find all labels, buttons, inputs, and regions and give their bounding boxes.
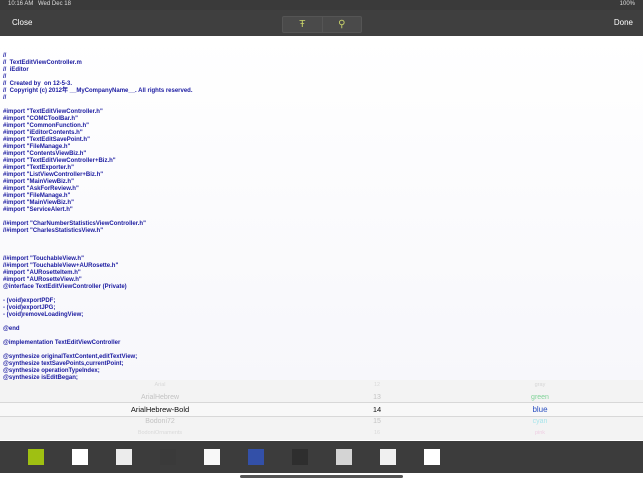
- color-swatch[interactable]: [116, 449, 132, 465]
- code-line: //#import "CharNumberStatisticsViewContr…: [3, 221, 146, 227]
- code-line: @synthesize operationTypeIndex;: [3, 368, 100, 374]
- code-line: #import "MainViewBiz.h": [3, 179, 74, 185]
- code-line: // Created by on 12-5-3.: [3, 81, 73, 87]
- status-date: Wed Dec 18: [38, 1, 71, 7]
- code-line: // iEditor: [3, 67, 29, 73]
- code-line: //#import "TouchableView.h": [3, 256, 84, 262]
- font-option[interactable]: BodoniOrnaments: [100, 428, 220, 440]
- code-line: #import "TextEditSavePoint.h": [3, 137, 90, 143]
- font-option[interactable]: Arial: [100, 380, 220, 392]
- color-swatch[interactable]: [28, 449, 44, 465]
- code-line: - (void)exportPDF;: [3, 298, 56, 304]
- color-swatch[interactable]: [336, 449, 352, 465]
- battery-indicator: 100%: [619, 1, 635, 7]
- search-icon[interactable]: ⚲: [321, 17, 362, 32]
- code-line: #import "TextEditViewController+Biz.h": [3, 158, 116, 164]
- code-line: #import "AskForReview.h": [3, 186, 79, 192]
- font-option[interactable]: ArialHebrew: [100, 392, 220, 404]
- color-swatch[interactable]: [292, 449, 308, 465]
- code-line: @end: [3, 326, 20, 332]
- code-line: #import "COMCToolBar.h": [3, 116, 78, 122]
- code-line: #import "ListViewController+Biz.h": [3, 172, 104, 178]
- done-button[interactable]: Done: [614, 18, 633, 27]
- status-bar: 10:16 AM Wed Dec 18 100%: [0, 0, 643, 10]
- color-swatch[interactable]: [160, 449, 176, 465]
- code-line: @synthesize textSavePoints,currentPoint;: [3, 361, 124, 367]
- toolbar-segment: Ŧ ⚲: [282, 16, 362, 33]
- color-swatch[interactable]: [380, 449, 396, 465]
- font-picker[interactable]: Arial ArialHebrew ArialHebrew-Bold Bodoni72…: [0, 380, 643, 440]
- text-editor[interactable]: //// TextEditViewController.m// iEditor /…: [0, 36, 643, 380]
- size-option[interactable]: 16: [352, 428, 402, 440]
- font-option[interactable]: Bodoni72: [100, 416, 220, 428]
- font-name-column[interactable]: Arial ArialHebrew ArialHebrew-Bold Bodoni72…: [100, 380, 220, 439]
- size-option[interactable]: 14: [352, 403, 402, 416]
- code-line: #import "TextEditViewController.h": [3, 109, 103, 115]
- code-line: @interface TextEditViewController (Priva…: [3, 284, 127, 290]
- code-line: #import "ServiceAlert.h": [3, 207, 73, 213]
- font-size-column[interactable]: 12 13 14 15 16: [352, 380, 402, 439]
- color-option[interactable]: blue: [500, 403, 580, 416]
- code-line: #import "AURosetteView.h": [3, 277, 82, 283]
- code-line: //#import "TouchableView+AURosette.h": [3, 263, 119, 269]
- font-color-column[interactable]: gray green blue cyan pink: [500, 380, 580, 439]
- color-swatch[interactable]: [424, 449, 440, 465]
- color-swatch[interactable]: [248, 449, 264, 465]
- size-option[interactable]: 15: [352, 416, 402, 428]
- code-line: - (void)exportJPG;: [3, 305, 56, 311]
- font-option[interactable]: ArialHebrew-Bold: [100, 403, 220, 416]
- code-line: @implementation TextEditViewController: [3, 340, 121, 346]
- font-icon[interactable]: Ŧ: [283, 17, 322, 32]
- size-option[interactable]: 12: [352, 380, 402, 392]
- code-line: // TextEditViewController.m: [3, 60, 82, 66]
- color-swatch-bar: [0, 441, 643, 473]
- code-line: //: [3, 53, 7, 59]
- code-line: //: [3, 74, 7, 80]
- code-line: - (void)removeLoadingView;: [3, 312, 84, 318]
- top-toolbar: Close Ŧ ⚲ Done: [0, 10, 643, 36]
- code-line: #import "iEditorContents.h": [3, 130, 83, 136]
- color-option[interactable]: gray: [500, 380, 580, 392]
- code-text[interactable]: //// TextEditViewController.m// iEditor /…: [3, 53, 193, 380]
- code-line: //: [3, 95, 7, 101]
- code-line: #import "FileManage.h": [3, 193, 71, 199]
- close-button[interactable]: Close: [12, 18, 32, 27]
- code-line: #import "AURosetteItem.h": [3, 270, 81, 276]
- code-line: #import "ContentsViewBiz.h": [3, 151, 87, 157]
- code-line: #import "TextExporter.h": [3, 165, 74, 171]
- code-line: #import "CommonFunction.h": [3, 123, 90, 129]
- code-line: #import "MainViewBiz.h": [3, 200, 74, 206]
- size-option[interactable]: 13: [352, 392, 402, 404]
- code-line: @synthesize originalTextContent,editText…: [3, 354, 138, 360]
- color-swatch[interactable]: [204, 449, 220, 465]
- code-line: #import "FileManage.h": [3, 144, 71, 150]
- color-option[interactable]: cyan: [500, 416, 580, 428]
- code-line: //#import "CharlesStatisticsView.h": [3, 228, 104, 234]
- status-time: 10:16 AM: [8, 1, 34, 7]
- code-line: // Copyright (c) 2012年 __MyCompanyName__…: [3, 88, 193, 94]
- color-option[interactable]: pink: [500, 428, 580, 440]
- color-option[interactable]: green: [500, 392, 580, 404]
- home-indicator: [240, 475, 403, 478]
- color-swatch[interactable]: [72, 449, 88, 465]
